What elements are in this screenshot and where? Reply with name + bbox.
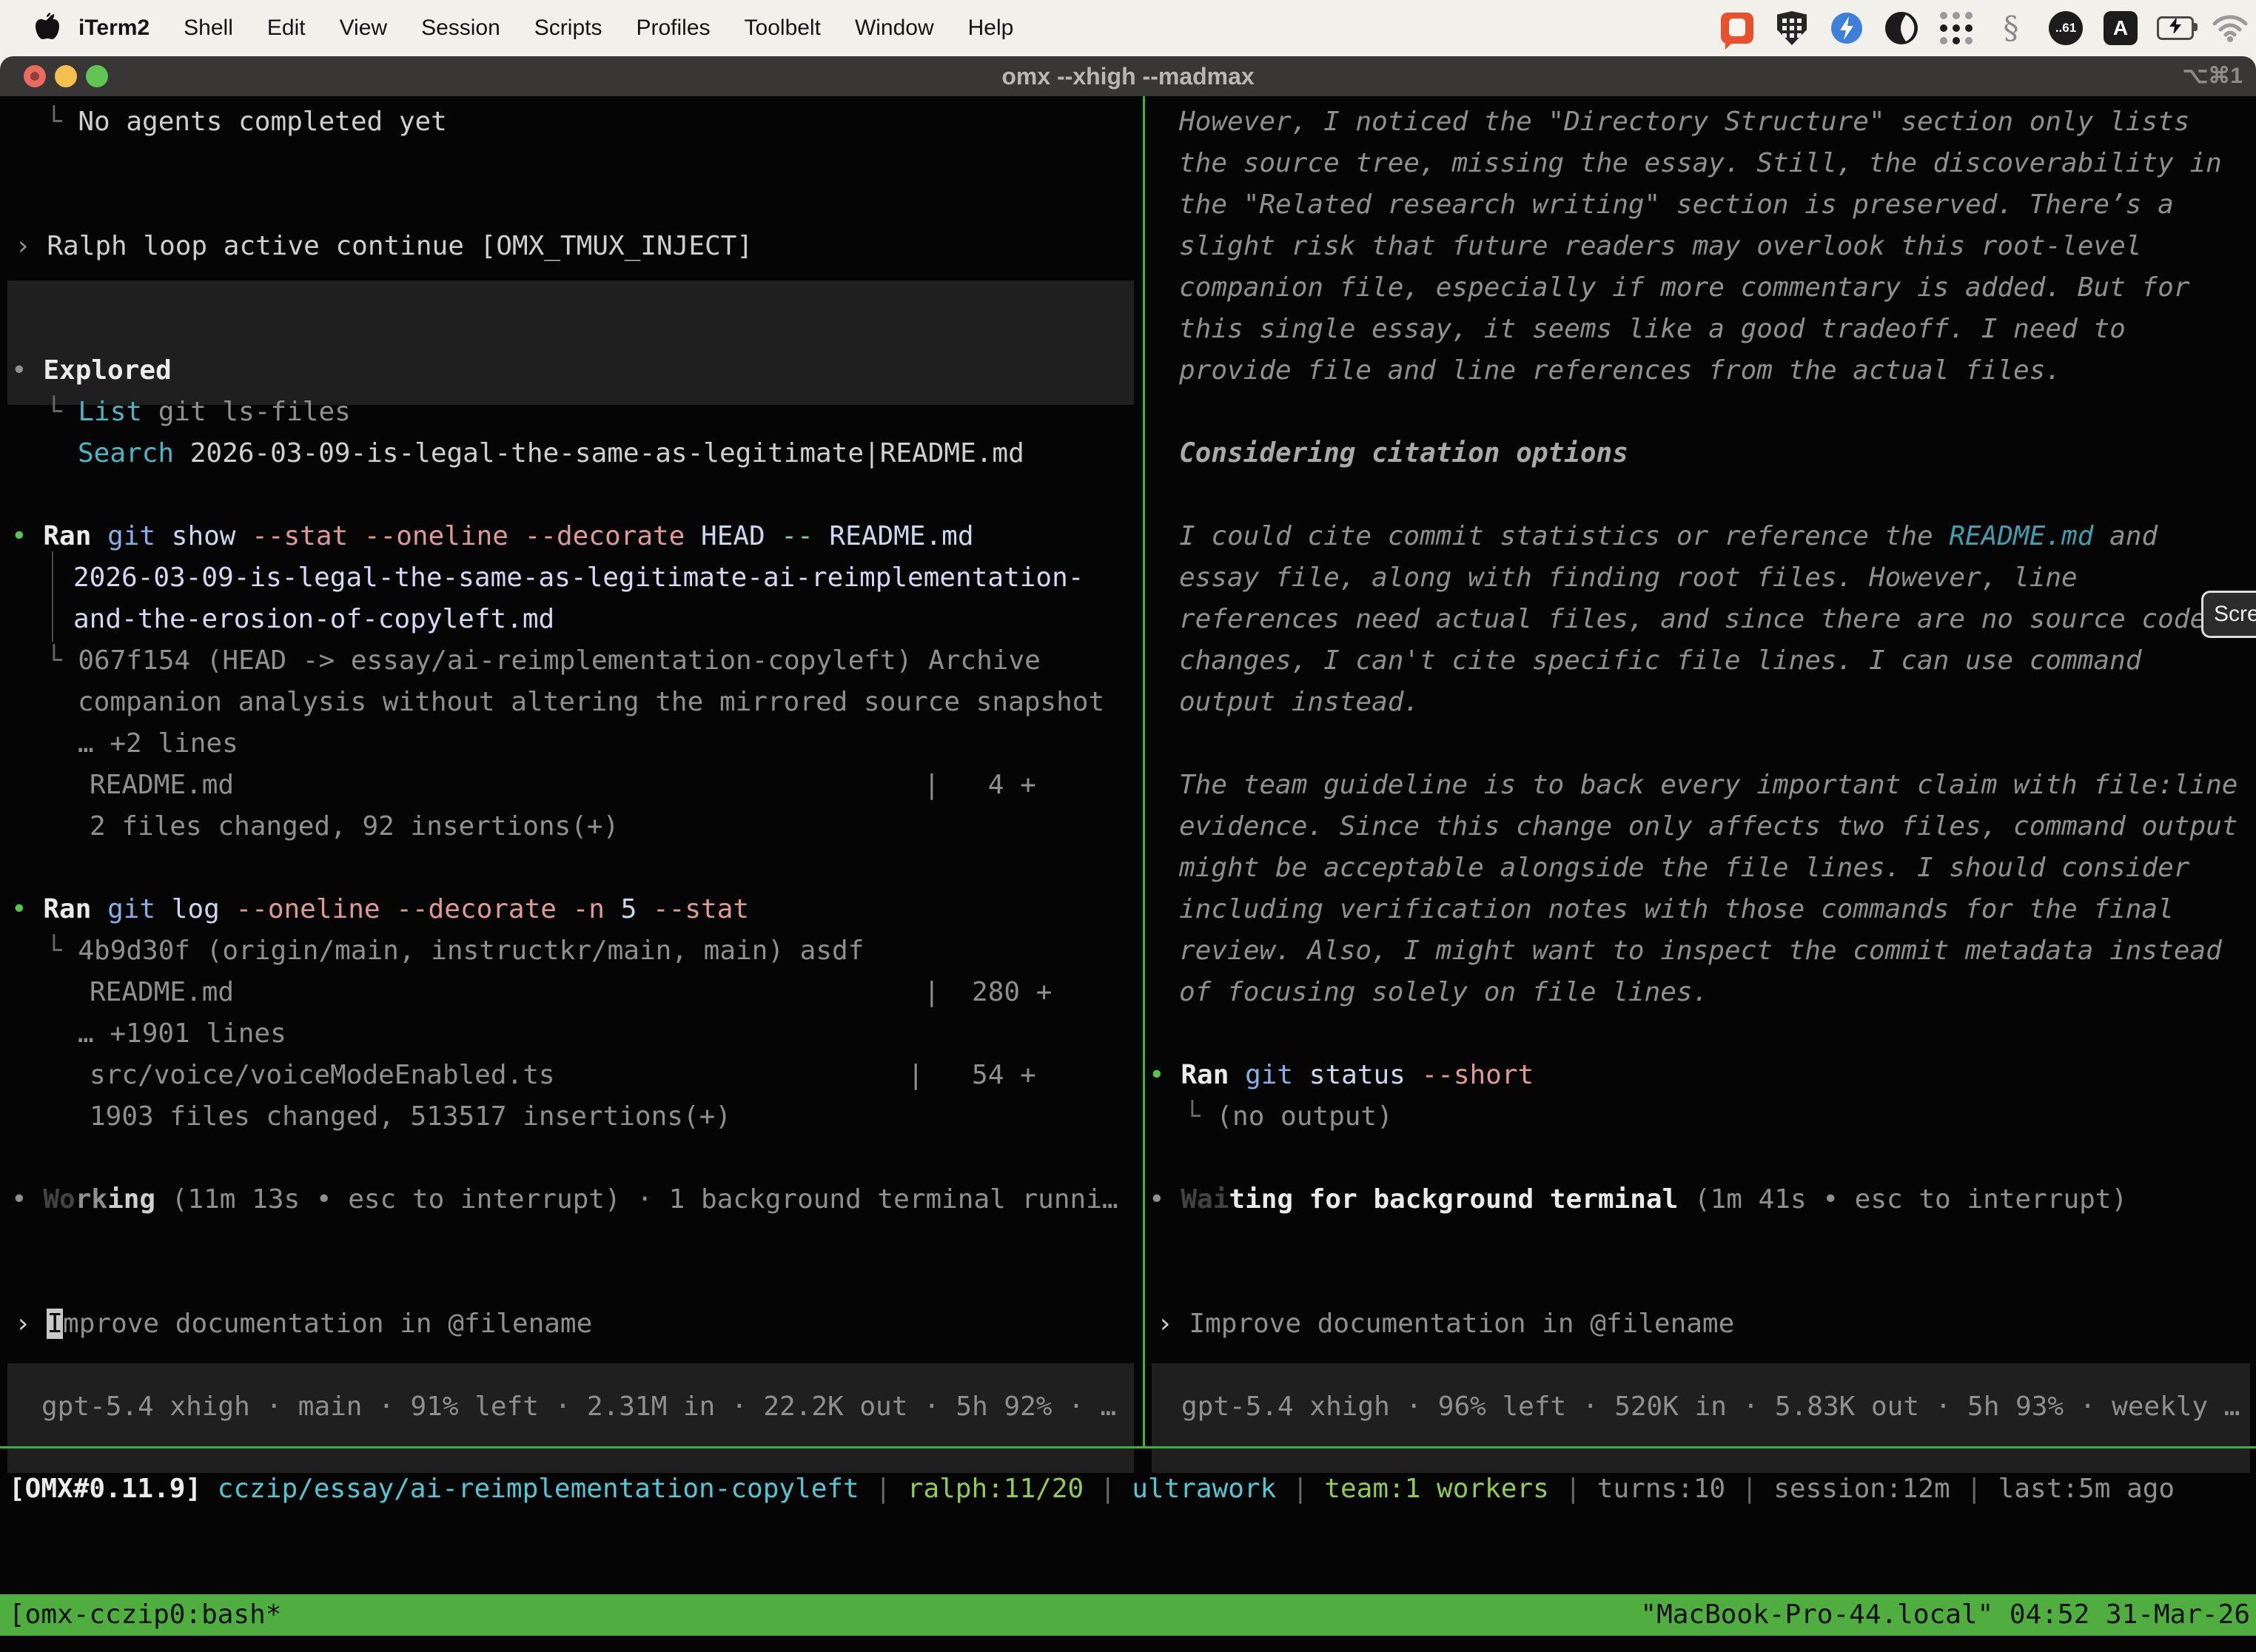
menu-status-icons: § ..61 A	[1719, 0, 2249, 56]
output-ellipsis-line: … +1901 lines	[78, 1013, 286, 1055]
menu-bar: iTerm2 Shell Edit View Session Scripts P…	[0, 0, 2256, 56]
diffstat-line: README.md | 280 +	[90, 972, 1052, 1013]
output-ellipsis-line: … +2 lines	[78, 723, 238, 765]
menu-items: iTerm2 Shell Edit View Session Scripts P…	[78, 0, 1013, 56]
status-separator-line	[0, 1446, 2256, 1448]
chat-bubble-icon[interactable]	[1719, 10, 1756, 47]
gauge-61-icon[interactable]: ..61	[2047, 10, 2084, 47]
menu-iterm2[interactable]: iTerm2	[78, 16, 150, 41]
thinking-paragraph: output instead.	[1179, 682, 1420, 723]
diffstat-line: README.md | 4 +	[90, 765, 1036, 806]
tree-connector-line	[52, 551, 53, 642]
thinking-paragraph: of focusing solely on file lines.	[1179, 972, 1708, 1013]
agents-status-line: └ No agents completed yet	[46, 101, 447, 143]
prompt-input-text-right: › Improve documentation in @filename	[1157, 1303, 1734, 1345]
window-title: omx --xhigh --madmax	[0, 56, 2256, 96]
thinking-paragraph: provide file and line references from th…	[1179, 350, 2061, 392]
ran-git-log-line: • Ran git log --oneline --decorate -n 5 …	[11, 889, 749, 930]
pane-divider[interactable]	[1143, 96, 1145, 1446]
model-status-line-right: gpt-5.4 xhigh · 96% left · 520K in · 5.8…	[1181, 1386, 2240, 1428]
prompt-input-text-left: › Improve documentation in @filename	[15, 1303, 592, 1345]
menu-scripts[interactable]: Scripts	[534, 16, 602, 41]
thinking-paragraph: references need actual files, and since …	[1179, 599, 2206, 640]
tool-list-line: └ List git ls-files	[46, 392, 351, 433]
thinking-paragraph: this single essay, it seems like a good …	[1179, 309, 2126, 350]
ran-git-status-line: • Ran git status --short	[1149, 1055, 1534, 1096]
ralph-loop-line: › Ralph loop active continue [OMX_TMUX_I…	[15, 226, 753, 267]
menu-profiles[interactable]: Profiles	[636, 16, 710, 41]
working-status-line: • Working (11m 13s • esc to interrupt) ·…	[11, 1179, 1118, 1220]
ran-git-show-line: • Ran git show --stat --oneline --decora…	[11, 516, 974, 557]
command-output-line: └ (no output)	[1184, 1096, 1393, 1138]
menu-edit[interactable]: Edit	[267, 16, 306, 41]
command-arg-line: 2026-03-09-is-legal-the-same-as-legitima…	[73, 557, 1084, 599]
thinking-paragraph: I could cite commit statistics or refere…	[1179, 516, 2158, 557]
command-arg-line: and-the-erosion-of-copyleft.md	[73, 599, 554, 640]
wifi-icon[interactable]	[2212, 10, 2249, 47]
thinking-paragraph: essay file, along with finding root file…	[1179, 557, 2078, 599]
menu-window[interactable]: Window	[855, 16, 934, 41]
command-output-line: └ 4b9d30f (origin/main, instructkr/main,…	[46, 930, 864, 972]
tool-search-line: Search 2026-03-09-is-legal-the-same-as-l…	[78, 433, 1024, 474]
diffstat-summary-line: 2 files changed, 92 insertions(+)	[90, 806, 619, 847]
thinking-paragraph: the "Related research writing" section i…	[1179, 184, 2174, 226]
menu-shell[interactable]: Shell	[184, 16, 233, 41]
menu-view[interactable]: View	[340, 16, 387, 41]
letter-a-icon[interactable]: A	[2102, 10, 2139, 47]
diffstat-summary-line: 1903 files changed, 513517 insertions(+)	[90, 1096, 731, 1138]
tmux-host-clock: "MacBook-Pro-44.local" 04:52 31-Mar-26	[1640, 1594, 2250, 1636]
menu-toolbelt[interactable]: Toolbelt	[745, 16, 821, 41]
thinking-paragraph: slight risk that future readers may over…	[1179, 226, 2141, 267]
diffstat-line: src/voice/voiceModeEnabled.ts | 54 +	[90, 1055, 1036, 1096]
bolt-badge-icon[interactable]	[1828, 10, 1865, 47]
shield-grid-icon[interactable]	[1773, 10, 1810, 47]
thinking-paragraph: changes, I can't cite specific file line…	[1179, 640, 2141, 682]
thinking-paragraph: evidence. Since this change only affects…	[1179, 806, 2237, 847]
menu-help[interactable]: Help	[968, 16, 1014, 41]
thinking-paragraph: companion file, especially if more comme…	[1179, 267, 2189, 309]
squiggle-icon[interactable]: §	[1993, 10, 2030, 47]
tmux-session-label: [omx-cczip0:bash*	[9, 1594, 281, 1636]
command-output-line: └ 067f154 (HEAD -> essay/ai-reimplementa…	[46, 640, 1041, 682]
thinking-paragraph: including verification notes with those …	[1179, 889, 2174, 930]
explored-header: • Explored	[11, 350, 172, 392]
omx-status-line: [OMX#0.11.9] cczip/essay/ai-reimplementa…	[9, 1468, 2175, 1510]
screen: { "menu_bar": { "items": ["iTerm2","Shel…	[0, 0, 2256, 1652]
thinking-paragraph: the source tree, missing the essay. Stil…	[1179, 143, 2222, 184]
crescent-circle-icon[interactable]	[1883, 10, 1920, 47]
waiting-status-line: • Waiting for background terminal (1m 41…	[1149, 1179, 2127, 1220]
model-status-line-left: gpt-5.4 xhigh · main · 91% left · 2.31M …	[41, 1386, 1116, 1428]
command-output-line: companion analysis without altering the …	[78, 682, 1104, 723]
window-shortcut-badge: ⌥⌘1	[2183, 56, 2243, 96]
ralph-loop-box	[7, 281, 1134, 405]
thinking-heading: Considering citation options	[1179, 433, 1628, 474]
apple-menu-icon[interactable]	[34, 13, 61, 44]
battery-icon[interactable]	[2157, 10, 2194, 47]
dots-grid-icon[interactable]	[1938, 10, 1975, 47]
thinking-paragraph: might be acceptable alongside the file l…	[1179, 847, 2189, 889]
terminal-content: └ No agents completed yet › Ralph loop ac…	[0, 96, 2256, 1652]
thinking-paragraph: review. Also, I might want to inspect th…	[1179, 930, 2222, 972]
menu-session[interactable]: Session	[421, 16, 500, 41]
thinking-paragraph: The team guideline is to back every impo…	[1179, 765, 2237, 806]
thinking-paragraph: However, I noticed the "Directory Struct…	[1179, 101, 2189, 143]
screen-share-tooltip: Scre	[2201, 591, 2256, 638]
